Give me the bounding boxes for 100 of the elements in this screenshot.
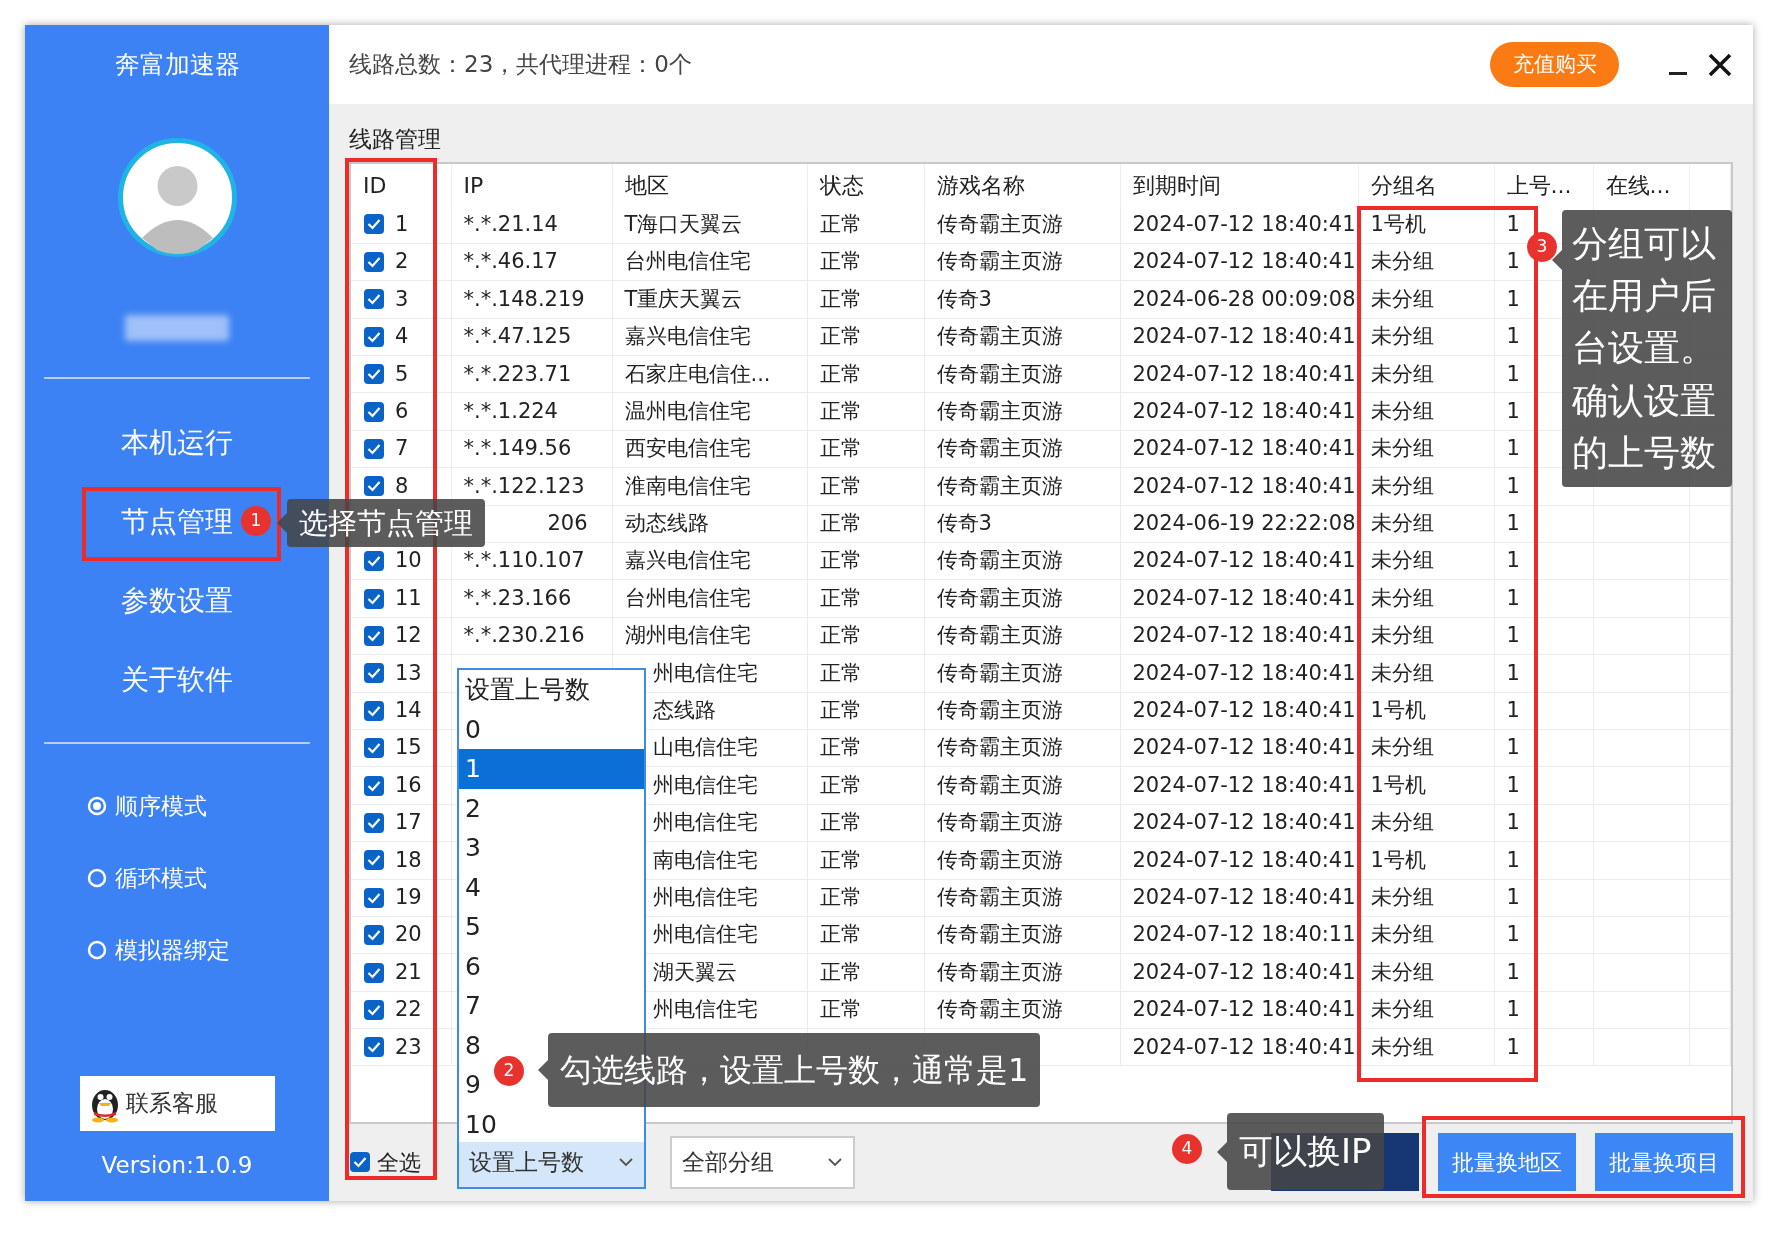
column-header[interactable]: 游戏名称 bbox=[924, 164, 1120, 206]
table-cell: 正常 bbox=[807, 243, 924, 281]
nav-item[interactable]: 节点管理 bbox=[117, 482, 237, 561]
row-id: 12 bbox=[395, 622, 422, 650]
table-cell: 2024-07-12 18:40:41 bbox=[1120, 654, 1358, 693]
checkbox-label[interactable]: 全选 bbox=[377, 1145, 421, 1179]
row-id: 7 bbox=[395, 435, 409, 463]
checkbox[interactable] bbox=[363, 325, 385, 348]
column-header[interactable]: ID bbox=[351, 164, 451, 206]
table-cell: 传奇霸主页游 bbox=[924, 692, 1120, 730]
table-cell: 未分组 bbox=[1358, 729, 1494, 767]
table-cell: 2024-06-19 22:22:08 bbox=[1120, 505, 1358, 543]
table-cell: 正常 bbox=[807, 505, 924, 543]
table-cell: 传奇霸主页游 bbox=[924, 766, 1120, 805]
batch-button[interactable]: 批量换地区 bbox=[1438, 1133, 1576, 1191]
table-cell: 正常 bbox=[807, 579, 924, 618]
group-select[interactable]: 全部分组 bbox=[670, 1135, 855, 1189]
table-cell: 传奇霸主页游 bbox=[924, 729, 1120, 767]
dropdown-option[interactable]: 1 bbox=[459, 749, 644, 789]
row-id: 11 bbox=[395, 584, 422, 612]
tooltip-arrow bbox=[538, 1060, 548, 1080]
table-cell: 未分组 bbox=[1358, 654, 1494, 693]
column-header[interactable]: 状态 bbox=[807, 164, 924, 206]
radio-button[interactable] bbox=[87, 940, 107, 960]
checkbox[interactable] bbox=[363, 998, 385, 1021]
nav-item[interactable]: 关于软件 bbox=[117, 640, 237, 719]
table-cell: 1 bbox=[1494, 654, 1593, 693]
checkbox[interactable] bbox=[363, 961, 385, 984]
table-cell: 2024-07-12 18:40:41 bbox=[1120, 841, 1358, 880]
table-cell: 2024-07-12 18:40:41 bbox=[1120, 692, 1358, 730]
close-icon[interactable] bbox=[1707, 51, 1733, 78]
row-id: 21 bbox=[395, 958, 422, 986]
table-cell: 传奇霸主页游 bbox=[924, 654, 1120, 693]
table-cell: *.*.149.56 bbox=[451, 430, 612, 468]
table-cell: 传奇3 bbox=[924, 505, 1120, 543]
column-header[interactable]: IP bbox=[451, 164, 612, 206]
checkbox[interactable] bbox=[363, 774, 385, 797]
checkbox[interactable] bbox=[363, 475, 385, 498]
table-cell: *.*.148.219 bbox=[451, 280, 612, 319]
table-cell: 传奇3 bbox=[924, 280, 1120, 319]
column-header[interactable]: 在线... bbox=[1593, 164, 1689, 206]
table-cell: *.*.23.166 bbox=[451, 579, 612, 618]
table-cell: 传奇霸主页游 bbox=[924, 841, 1120, 880]
row-id: 19 bbox=[395, 883, 422, 911]
table-cell: 1号机 bbox=[1358, 692, 1494, 730]
checkbox[interactable] bbox=[363, 737, 385, 760]
table-cell: 1 bbox=[1494, 766, 1593, 805]
table-cell: 1 bbox=[1494, 953, 1593, 992]
table-cell: 2024-07-12 18:40:41 bbox=[1120, 243, 1358, 281]
radio-label[interactable]: 顺序模式 bbox=[115, 788, 207, 824]
checkbox[interactable] bbox=[363, 363, 385, 386]
column-header[interactable]: 分组名 bbox=[1358, 164, 1494, 206]
checkbox[interactable] bbox=[363, 288, 385, 311]
table-cell: 未分组 bbox=[1358, 804, 1494, 842]
table-cell: *.*.47.125 bbox=[451, 318, 612, 356]
table-cell: 传奇霸主页游 bbox=[924, 916, 1120, 954]
checkbox[interactable] bbox=[349, 1151, 371, 1173]
table-cell: 正常 bbox=[807, 953, 924, 992]
column-header[interactable]: 地区 bbox=[612, 164, 807, 206]
checkbox[interactable] bbox=[363, 924, 385, 947]
table-cell: 未分组 bbox=[1358, 579, 1494, 618]
radio-label[interactable]: 模拟器绑定 bbox=[115, 932, 230, 968]
contact-button[interactable]: 联系客服 bbox=[79, 1076, 275, 1131]
select-value: 全部分组 bbox=[682, 1147, 774, 1177]
checkbox[interactable] bbox=[363, 699, 385, 722]
table-cell: 正常 bbox=[807, 766, 924, 805]
column-header[interactable]: 到期时间 bbox=[1120, 164, 1358, 206]
checkbox[interactable] bbox=[363, 400, 385, 423]
table-cell: 1 bbox=[1494, 991, 1593, 1029]
table-cell: 1 bbox=[1494, 579, 1593, 618]
checkbox[interactable] bbox=[363, 438, 385, 461]
checkbox[interactable] bbox=[363, 251, 385, 274]
caret-icon bbox=[827, 1156, 843, 1168]
nav-item[interactable]: 参数设置 bbox=[117, 561, 237, 640]
checkbox[interactable] bbox=[363, 886, 385, 909]
nav-item[interactable]: 本机运行 bbox=[117, 403, 237, 482]
checkbox[interactable] bbox=[363, 1036, 385, 1059]
table-cell: 1 bbox=[1494, 729, 1593, 767]
checkbox[interactable] bbox=[363, 849, 385, 872]
checkbox[interactable] bbox=[363, 213, 385, 236]
table-cell: 正常 bbox=[807, 617, 924, 655]
checkbox[interactable] bbox=[363, 587, 385, 610]
column-header[interactable]: 上号... bbox=[1494, 164, 1593, 206]
table-cell: 淮南电信住宅 bbox=[612, 467, 807, 506]
annotation-tooltip: 分组可以在用户后台设置。确认设置的上号数 bbox=[1562, 210, 1732, 487]
checkbox[interactable] bbox=[363, 811, 385, 834]
checkbox[interactable] bbox=[363, 662, 385, 685]
app-title: 奔富加速器 bbox=[114, 50, 240, 80]
table-cell: *.*.21.14 bbox=[451, 206, 612, 244]
table-cell: 未分组 bbox=[1358, 1028, 1494, 1066]
batch-button[interactable]: 批量换项目 bbox=[1595, 1133, 1733, 1191]
radio-button[interactable] bbox=[87, 796, 107, 816]
table-cell: 湖州电信住宅 bbox=[612, 617, 807, 655]
radio-button[interactable] bbox=[87, 868, 107, 888]
checkbox[interactable] bbox=[363, 550, 385, 573]
table-cell: 传奇霸主页游 bbox=[924, 617, 1120, 655]
checkbox[interactable] bbox=[363, 625, 385, 647]
row-id: 16 bbox=[395, 771, 422, 799]
radio-label[interactable]: 循环模式 bbox=[115, 860, 207, 896]
table-cell: 2024-07-12 18:40:41 bbox=[1120, 430, 1358, 468]
